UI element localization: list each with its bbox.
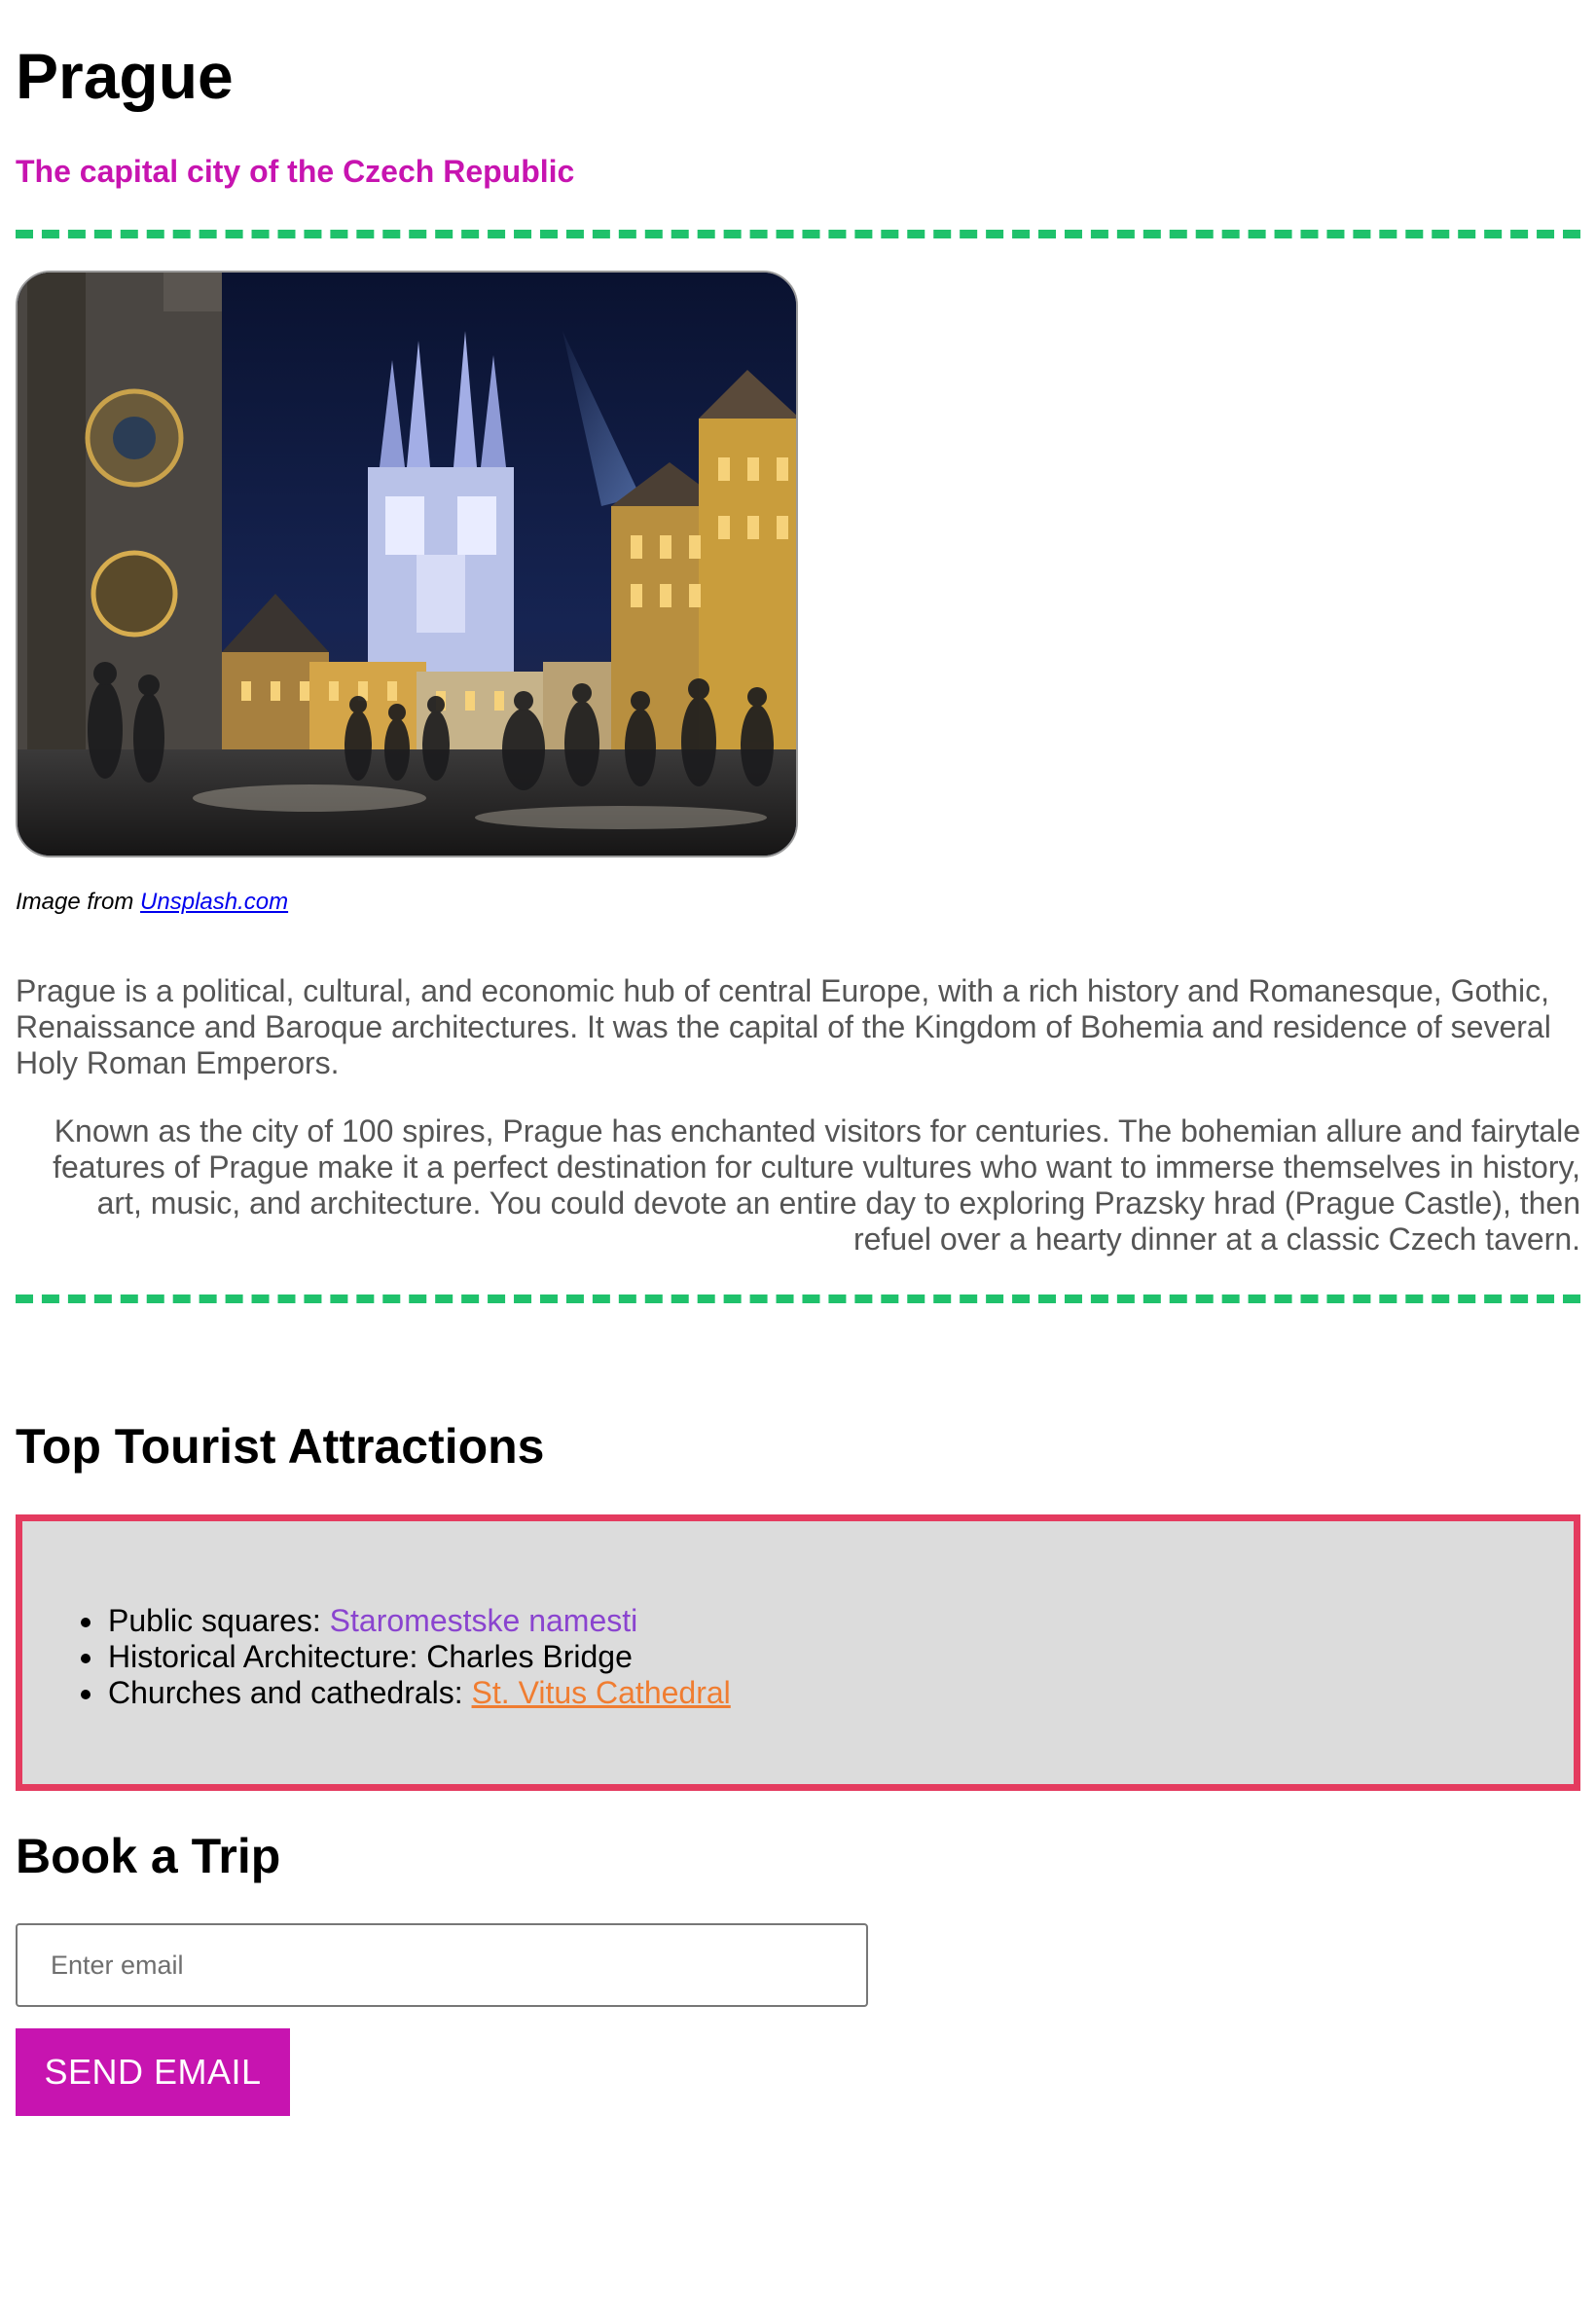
attraction-label: Public squares:: [108, 1603, 330, 1638]
send-email-button[interactable]: SEND EMAIL: [16, 2028, 290, 2116]
list-item: Historical Architecture: Charles Bridge: [81, 1639, 731, 1675]
book-trip-heading: Book a Trip: [16, 1829, 281, 1883]
bottom-divider: [16, 1294, 1580, 1303]
attractions-box: Public squares: Staromestske namesti His…: [16, 1514, 1580, 1791]
list-item: Public squares: Staromestske namesti: [81, 1603, 731, 1639]
attraction-link[interactable]: St. Vitus Cathedral: [472, 1675, 731, 1710]
attraction-label: Churches and cathedrals:: [108, 1675, 472, 1710]
caption-prefix: Image from: [16, 889, 141, 915]
attraction-value: Charles Bridge: [426, 1639, 633, 1674]
prague-photo: [16, 271, 798, 857]
intro-paragraph-2: Known as the city of 100 spires, Prague …: [53, 1113, 1580, 1257]
attraction-label: Historical Architecture:: [108, 1639, 427, 1674]
page-title: Prague: [16, 40, 234, 112]
attractions-list: Public squares: Staromestske namesti His…: [81, 1603, 731, 1711]
photo-caption: Image from Unsplash.com: [16, 888, 288, 917]
attractions-heading: Top Tourist Attractions: [16, 1419, 545, 1474]
email-field[interactable]: [16, 1923, 868, 2007]
page-subtitle: The capital city of the Czech Republic: [16, 154, 575, 189]
top-divider: [16, 230, 1580, 238]
unsplash-link[interactable]: Unsplash.com: [140, 889, 288, 915]
attraction-link[interactable]: Staromestske namesti: [330, 1603, 638, 1638]
list-item: Churches and cathedrals: St. Vitus Cathe…: [81, 1675, 731, 1711]
intro-paragraph-1: Prague is a political, cultural, and eco…: [16, 973, 1551, 1080]
prague-night-illustration: [18, 273, 796, 856]
